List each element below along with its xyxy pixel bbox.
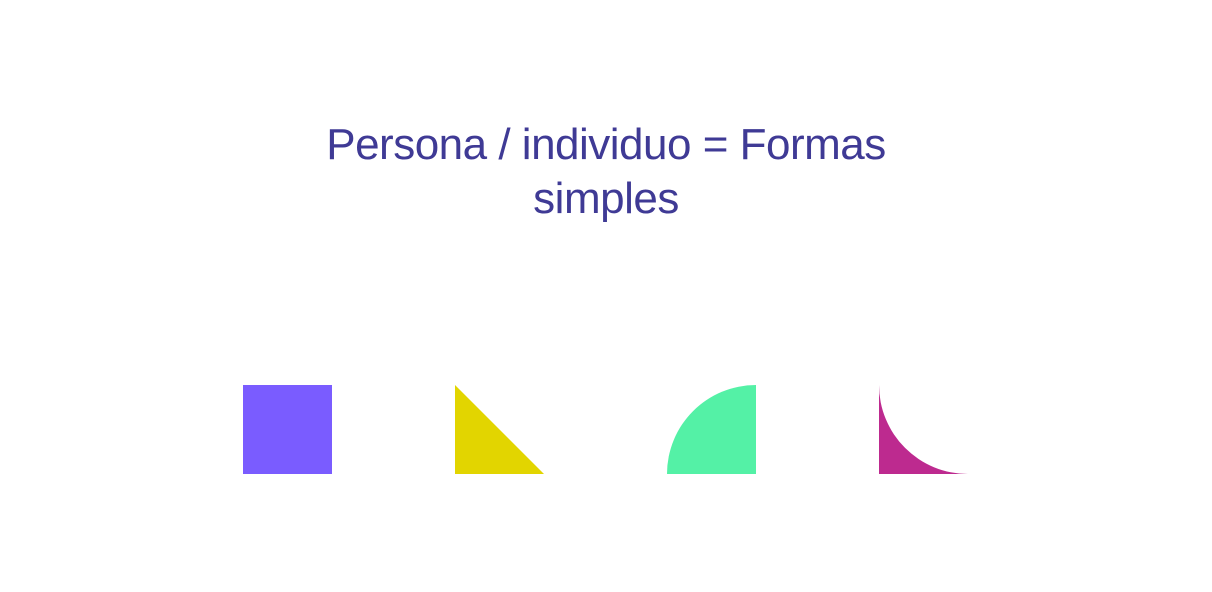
headline-line-2: simples — [533, 174, 679, 223]
triangle-shape — [455, 385, 544, 474]
square-icon — [243, 385, 332, 474]
quarter-circle-icon — [667, 385, 756, 474]
triangle-icon — [455, 385, 544, 474]
square-shape — [243, 385, 332, 474]
concave-quarter-shape — [879, 385, 968, 474]
headline-line-1: Persona / individuo = Formas — [326, 120, 886, 169]
quarter-circle-shape — [667, 385, 756, 474]
concave-quarter-icon — [879, 385, 968, 474]
headline: Persona / individuo = Formas simples — [0, 118, 1212, 226]
